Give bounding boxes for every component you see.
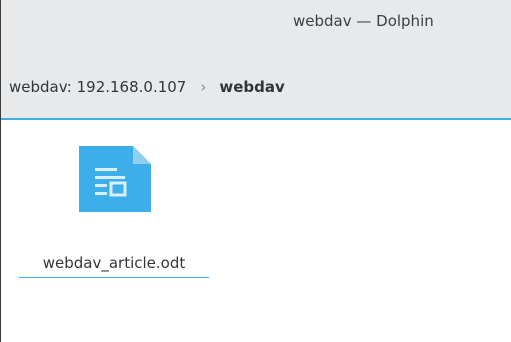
dolphin-window: webdav — Dolphin webdav: 192.168.0.107 ›… [0,0,511,342]
breadcrumb-root[interactable]: webdav: 192.168.0.107 [9,78,186,96]
breadcrumb-separator-icon[interactable]: › [200,78,206,96]
title-bar[interactable]: webdav — Dolphin [1,0,511,56]
breadcrumb: webdav: 192.168.0.107 › webdav [9,77,285,97]
breadcrumb-current[interactable]: webdav [219,78,284,96]
document-icon [79,146,151,212]
file-selection-underline [19,277,209,278]
window-title: webdav — Dolphin [293,12,434,30]
file-name: webdav_article.odt [42,254,186,272]
file-item[interactable]: webdav_article.odt [17,146,211,282]
